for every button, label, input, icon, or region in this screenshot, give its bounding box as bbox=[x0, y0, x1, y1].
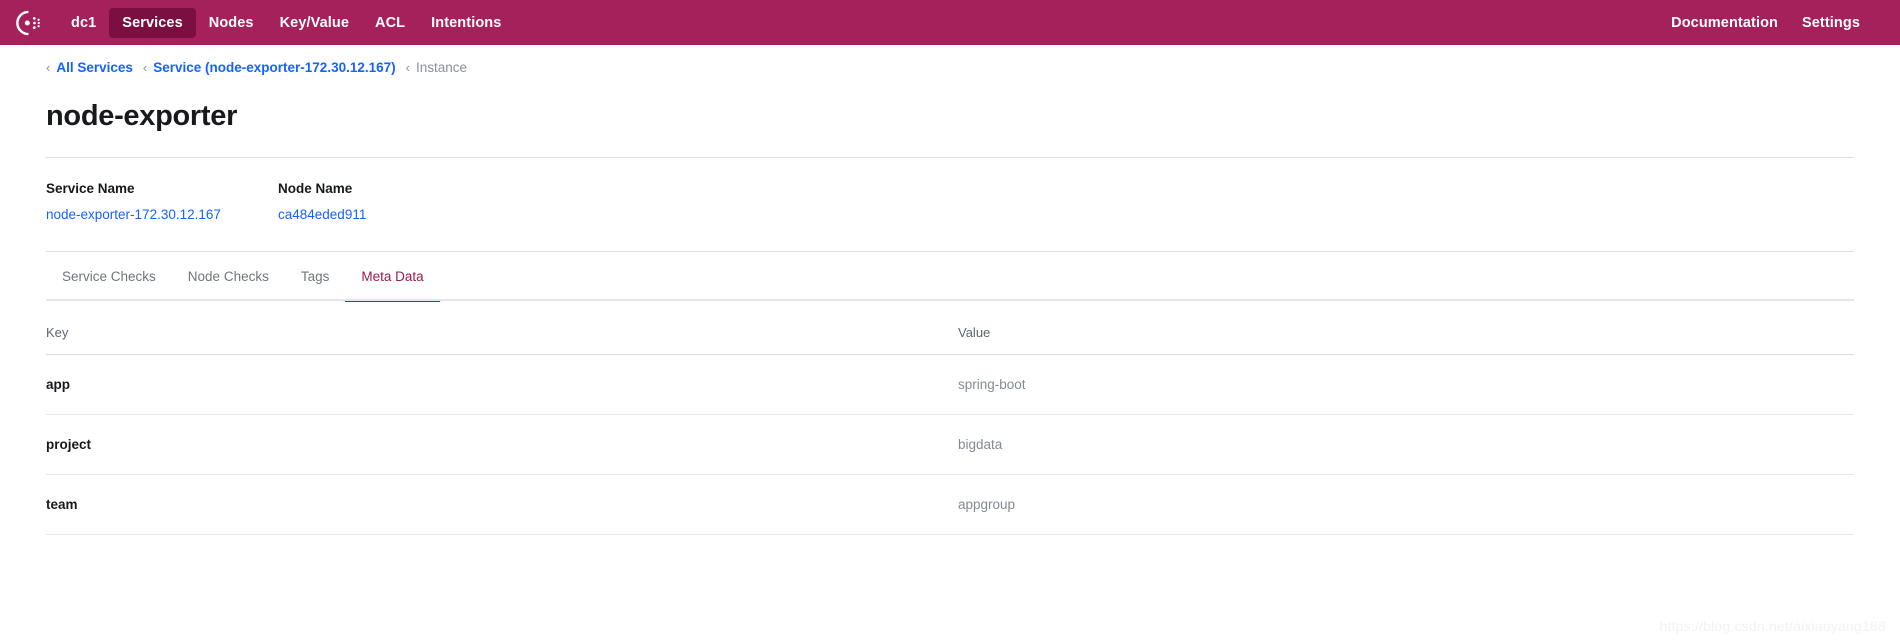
page-container: ‹ All Services ‹ Service (node-exporter-… bbox=[0, 59, 1900, 535]
tab-service-checks[interactable]: Service Checks bbox=[46, 252, 172, 300]
page-title: node-exporter bbox=[46, 100, 238, 132]
node-name-link[interactable]: ca484eded911 bbox=[278, 206, 510, 224]
breadcrumb-item-instance: Instance bbox=[415, 60, 468, 75]
nav-item-settings[interactable]: Settings bbox=[1790, 8, 1872, 38]
table-body: app spring-boot project bigdata team app… bbox=[46, 354, 1854, 535]
cell-key: project bbox=[46, 414, 958, 475]
table-row: project bigdata bbox=[46, 414, 1854, 475]
tab-bar-divider bbox=[46, 299, 1854, 301]
nav-item-nodes[interactable]: Nodes bbox=[196, 8, 267, 38]
title-divider bbox=[46, 157, 1854, 158]
consul-logo-icon[interactable] bbox=[14, 8, 44, 38]
nav-left-group: dc1 Services Nodes Key/Value ACL Intenti… bbox=[14, 7, 514, 38]
column-header-key: Key bbox=[46, 302, 958, 355]
service-details: Service Name node-exporter-172.30.12.167… bbox=[46, 180, 1854, 224]
nav-item-datacenter[interactable]: dc1 bbox=[58, 8, 109, 38]
nav-item-documentation[interactable]: Documentation bbox=[1659, 8, 1790, 38]
table-head: Key Value bbox=[46, 302, 1854, 355]
breadcrumb-item-all-services[interactable]: All Services bbox=[56, 59, 133, 77]
service-name-link[interactable]: node-exporter-172.30.12.167 bbox=[46, 206, 278, 224]
cell-key: team bbox=[46, 474, 958, 535]
nav-item-intentions[interactable]: Intentions bbox=[418, 8, 514, 38]
tab-meta-data[interactable]: Meta Data bbox=[345, 252, 440, 302]
nav-right-group: Documentation Settings bbox=[1659, 8, 1872, 38]
cell-key: app bbox=[46, 354, 958, 415]
breadcrumb-chevron-icon: ‹ bbox=[405, 60, 410, 75]
table-header-row: Key Value bbox=[46, 302, 1854, 355]
column-header-value: Value bbox=[958, 302, 1854, 355]
table-row: team appgroup bbox=[46, 474, 1854, 535]
nav-item-key-value[interactable]: Key/Value bbox=[267, 8, 362, 38]
table-row: app spring-boot bbox=[46, 354, 1854, 415]
breadcrumb-item-service[interactable]: Service (node-exporter-172.30.12.167) bbox=[153, 59, 395, 77]
cell-value: bigdata bbox=[958, 414, 1854, 475]
detail-label: Service Name bbox=[46, 181, 135, 196]
tab-node-checks[interactable]: Node Checks bbox=[172, 252, 285, 300]
meta-data-table: Key Value app spring-boot project bigdat… bbox=[46, 302, 1854, 535]
cell-value: spring-boot bbox=[958, 354, 1854, 415]
cell-value: appgroup bbox=[958, 474, 1854, 535]
breadcrumb: ‹ All Services ‹ Service (node-exporter-… bbox=[46, 59, 1854, 77]
watermark-text: https://blog.csdn.net/aixiaoyang168 bbox=[1659, 618, 1886, 634]
top-navigation-bar: dc1 Services Nodes Key/Value ACL Intenti… bbox=[0, 0, 1900, 45]
detail-node-name: Node Name ca484eded911 bbox=[278, 180, 510, 224]
breadcrumb-chevron-icon: ‹ bbox=[142, 60, 148, 75]
nav-item-services[interactable]: Services bbox=[109, 7, 196, 38]
tab-tags[interactable]: Tags bbox=[285, 252, 346, 300]
nav-item-acl[interactable]: ACL bbox=[362, 8, 418, 38]
detail-label: Node Name bbox=[278, 181, 353, 196]
detail-service-name: Service Name node-exporter-172.30.12.167 bbox=[46, 180, 278, 224]
tab-bar: Service Checks Node Checks Tags Meta Dat… bbox=[46, 252, 1854, 302]
breadcrumb-chevron-icon: ‹ bbox=[46, 60, 51, 75]
